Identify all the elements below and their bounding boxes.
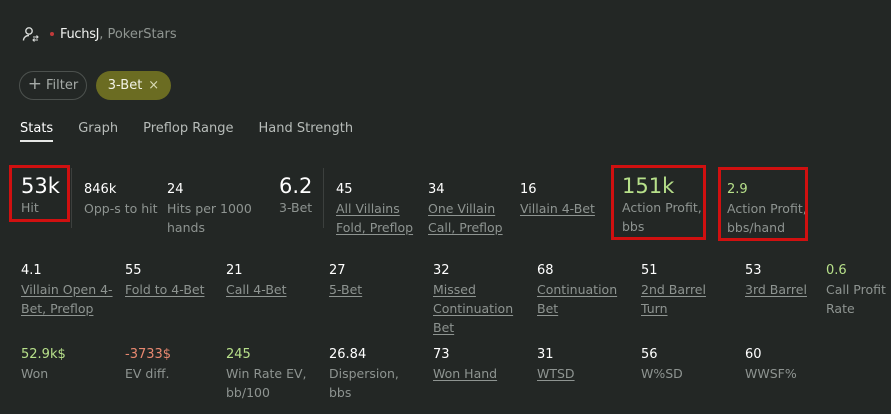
stat-villain-open-4bet[interactable]: 4.1 Villain Open 4-Bet, Preflop [21, 262, 116, 318]
status-dot [50, 32, 54, 36]
stat-label[interactable]: Won Hand [433, 364, 528, 383]
stat-wsd[interactable]: 56 W%SD [641, 346, 736, 383]
divider [71, 168, 72, 228]
stat-label[interactable]: 2nd Barrel Turn [641, 280, 731, 318]
stat-call-4bet[interactable]: 21 Call 4-Bet [226, 262, 321, 299]
stat-value: -3733$ [125, 347, 172, 362]
stat-value: 6.2 [279, 174, 313, 198]
stat-missed-cbet[interactable]: 32 Missed Continuation Bet [433, 262, 521, 337]
stat-value: 0.6 [826, 263, 847, 278]
stat-value: 32 [433, 263, 450, 278]
stat-5bet[interactable]: 27 5-Bet [329, 262, 424, 299]
stat-label[interactable]: Villain 4-Bet [520, 199, 605, 218]
stat-won-hand[interactable]: 73 Won Hand [433, 346, 528, 383]
plus-icon: + [27, 74, 43, 94]
stat-value: 21 [226, 263, 243, 278]
stat-value: 16 [520, 182, 537, 197]
stat-label: Won [21, 366, 49, 381]
stat-label: Win Rate EV, bb/100 [226, 366, 307, 400]
stat-value: 60 [745, 347, 762, 362]
stat-label[interactable]: Continuation Bet [537, 280, 625, 318]
stat-label[interactable]: WTSD [537, 364, 632, 383]
stat-call-profit-rate[interactable]: 0.6 Call Profit Rate [826, 262, 891, 318]
stat-value: 846k [84, 182, 117, 197]
stat-win-rate-ev[interactable]: 245 Win Rate EV, bb/100 [226, 346, 321, 402]
player-name[interactable]: FuchsJ [60, 27, 100, 42]
chip-label: 3-Bet [107, 78, 143, 93]
tab-graph[interactable]: Graph [78, 121, 118, 142]
tab-bar: Stats Graph Preflop Range Hand Strength [20, 121, 378, 142]
stat-value: 34 [428, 182, 445, 197]
stat-value: 68 [537, 263, 554, 278]
stat-dispersion[interactable]: 26.84 Dispersion, bbs [329, 346, 409, 402]
stat-cbet[interactable]: 68 Continuation Bet [537, 262, 625, 318]
tab-stats[interactable]: Stats [20, 121, 54, 142]
player-header: FuchsJ , PokerStars [22, 26, 177, 42]
filter-label: Filter [46, 78, 79, 93]
stat-3bet[interactable]: 6.2 3-Bet [279, 174, 319, 217]
stat-value: 26.84 [329, 347, 367, 362]
stat-value: 24 [167, 182, 184, 197]
filter-button[interactable]: + Filter [19, 71, 87, 100]
stat-label[interactable]: Fold to 4-Bet [125, 280, 220, 299]
stat-label[interactable]: Missed Continuation Bet [433, 280, 521, 337]
stat-label: Dispersion, bbs [329, 366, 399, 400]
stat-label: 3-Bet [279, 200, 313, 215]
stat-fold-to-4bet[interactable]: 55 Fold to 4-Bet [125, 262, 220, 299]
stat-value: 245 [226, 347, 251, 362]
stat-label[interactable]: Villain Open 4-Bet, Preflop [21, 280, 116, 318]
stat-value: 52.9k$ [21, 347, 66, 362]
stat-value: 51 [641, 263, 658, 278]
stat-label: Call Profit Rate [826, 282, 886, 316]
stat-value: 4.1 [21, 263, 42, 278]
highlight-box [9, 165, 70, 222]
stat-3rd-barrel[interactable]: 53 3rd Barrel [745, 262, 825, 299]
stat-label: Hits per 1000 hands [167, 201, 252, 235]
stat-opps-to-hit[interactable]: 846k Opp-s to hit [84, 181, 164, 218]
stat-2nd-barrel-turn[interactable]: 51 2nd Barrel Turn [641, 262, 731, 318]
stat-label[interactable]: All Villains Fold, Preflop [336, 199, 416, 237]
stat-label: W%SD [641, 366, 683, 381]
stat-label[interactable]: 3rd Barrel [745, 280, 825, 299]
stat-one-villain-call[interactable]: 34 One Villain Call, Preflop [428, 181, 508, 237]
stat-wtsd[interactable]: 31 WTSD [537, 346, 632, 383]
stat-label[interactable]: One Villain Call, Preflop [428, 199, 508, 237]
stat-value: 56 [641, 347, 658, 362]
filter-chip-3bet[interactable]: 3-Bet × [96, 71, 171, 100]
stat-value: 53 [745, 263, 762, 278]
stat-value: 73 [433, 347, 450, 362]
user-switch-icon[interactable] [22, 26, 40, 42]
stat-wwsf[interactable]: 60 WWSF% [745, 346, 840, 383]
stat-won[interactable]: 52.9k$ Won [21, 346, 116, 383]
tab-hand-strength[interactable]: Hand Strength [258, 121, 353, 142]
stat-value: 27 [329, 263, 346, 278]
site-name: , PokerStars [99, 26, 177, 42]
stat-value: 55 [125, 263, 142, 278]
close-icon[interactable]: × [148, 78, 159, 93]
stat-value: 45 [336, 182, 353, 197]
stat-label[interactable]: 5-Bet [329, 280, 424, 299]
stat-hits-per-1000[interactable]: 24 Hits per 1000 hands [167, 181, 257, 237]
stat-label: Opp-s to hit [84, 201, 158, 216]
highlight-box [718, 167, 808, 241]
tab-preflop-range[interactable]: Preflop Range [143, 121, 233, 142]
stat-all-villains-fold[interactable]: 45 All Villains Fold, Preflop [336, 181, 416, 237]
stat-ev-diff[interactable]: -3733$ EV diff. [125, 346, 220, 383]
stat-label: WWSF% [745, 366, 797, 381]
divider [323, 168, 324, 228]
stat-label: EV diff. [125, 366, 170, 381]
stat-value: 31 [537, 347, 554, 362]
highlight-box [611, 165, 706, 240]
stat-label[interactable]: Call 4-Bet [226, 280, 321, 299]
stat-villain-4bet[interactable]: 16 Villain 4-Bet [520, 181, 605, 218]
